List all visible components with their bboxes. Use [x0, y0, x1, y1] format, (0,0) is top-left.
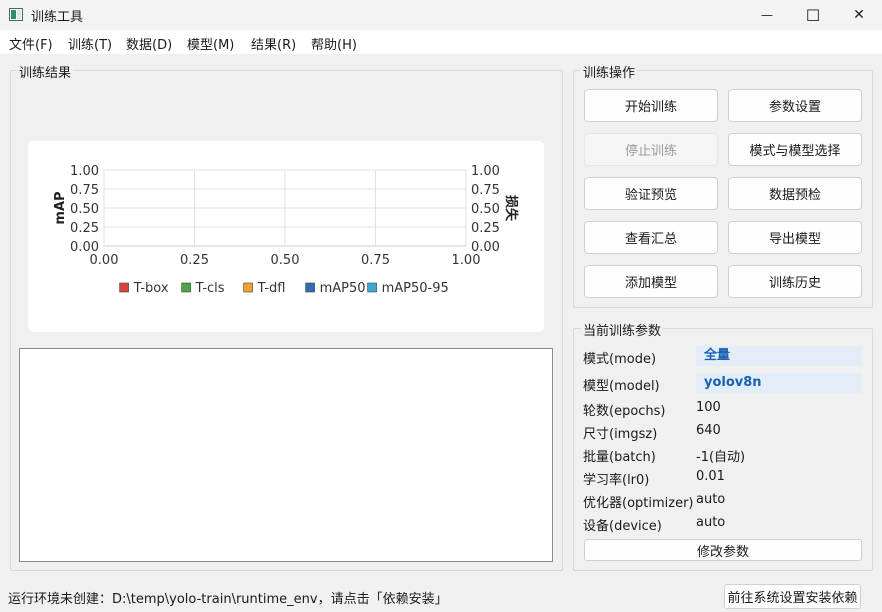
y2-tick-label: 0.75 [471, 183, 500, 198]
param-value-optimizer: auto [696, 492, 726, 507]
param-label-mode: 模式(mode) [583, 352, 657, 367]
y-tick-label: 0.25 [70, 221, 99, 236]
export-model-button[interactable]: 导出模型 [728, 221, 862, 254]
param-label-model: 模型(model) [583, 379, 660, 394]
close-icon: ✕ [853, 7, 865, 23]
y-tick-label: 0.50 [70, 202, 99, 217]
param-value-batch: -1(自动) [696, 450, 746, 465]
param-label-batch: 批量(batch) [583, 450, 656, 465]
y-tick-label: 0.00 [70, 240, 99, 255]
maximize-icon: ☐ [805, 5, 821, 25]
menu-file[interactable]: 文件(F) [9, 34, 53, 53]
menu-train[interactable]: 训练(T) [68, 34, 112, 53]
validate-preview-button[interactable]: 验证预览 [584, 177, 718, 210]
x-tick-label: 0.50 [271, 253, 300, 268]
y2-tick-label: 1.00 [471, 164, 500, 179]
x-tick-label: 0.75 [361, 253, 390, 268]
param-label-epochs: 轮数(epochs) [583, 404, 666, 419]
start-training-button[interactable]: 开始训练 [584, 89, 718, 122]
training-history-button[interactable]: 训练历史 [728, 265, 862, 298]
maximize-button[interactable]: ☐ [790, 0, 836, 30]
legend-swatch [119, 282, 129, 293]
log-output[interactable] [19, 348, 553, 562]
param-value-model: yolov8n [696, 373, 862, 393]
menu-data[interactable]: 数据(D) [126, 34, 172, 53]
param-value-device: auto [696, 515, 726, 530]
legend-swatch [243, 282, 253, 293]
param-settings-button[interactable]: 参数设置 [728, 89, 862, 122]
x-tick-label: 0.25 [180, 253, 209, 268]
param-value-mode: 全量 [696, 346, 862, 366]
ops-group-title: 训练操作 [581, 62, 638, 81]
mode-model-select-button[interactable]: 模式与模型选择 [728, 133, 862, 166]
training-chart: 0.00 0.25 0.50 0.75 1.00 1.00 1.00 0.75 0.75 0.50… [28, 141, 544, 332]
stop-training-button[interactable]: 停止训练 [584, 133, 718, 166]
legend-swatch [305, 282, 315, 293]
menu-bar: 文件(F) 训练(T) 数据(D) 模型(M) 结果(R) 帮助(H) [0, 30, 882, 54]
legend-label: mAP50 [320, 281, 366, 296]
minimize-icon: — [761, 8, 773, 22]
legend-label: T-box [133, 281, 169, 296]
legend-label: T-cls [195, 281, 225, 296]
y2-axis-title: 损失 [503, 195, 519, 222]
legend-swatch [367, 282, 377, 293]
y2-tick-label: 0.25 [471, 221, 500, 236]
params-group-title: 当前训练参数 [581, 320, 664, 339]
legend-label: mAP50-95 [382, 281, 449, 296]
minimize-button[interactable]: — [744, 0, 790, 30]
param-label-imgsz: 尺寸(imgsz) [583, 427, 658, 442]
param-label-device: 设备(device) [583, 519, 662, 534]
x-tick-label: 0.00 [90, 253, 119, 268]
param-value-epochs: 100 [696, 400, 721, 415]
param-label-lr0: 学习率(lr0) [583, 473, 650, 488]
chart-svg: 0.00 0.25 0.50 0.75 1.00 1.00 1.00 0.75 0.75 0.50… [53, 164, 519, 296]
y-tick-label: 0.75 [70, 183, 99, 198]
menu-help[interactable]: 帮助(H) [311, 34, 357, 53]
title-bar[interactable]: 训练工具 — ☐ ✕ [0, 0, 882, 30]
modify-params-button[interactable]: 修改参数 [584, 539, 862, 561]
param-value-imgsz: 640 [696, 423, 721, 438]
app-icon [9, 8, 23, 21]
close-button[interactable]: ✕ [836, 0, 882, 30]
param-value-lr0: 0.01 [696, 469, 725, 484]
param-label-optimizer: 优化器(optimizer) [583, 496, 694, 511]
y2-tick-label: 0.50 [471, 202, 500, 217]
add-model-button[interactable]: 添加模型 [584, 265, 718, 298]
results-group-title: 训练结果 [17, 62, 74, 81]
legend-swatch [181, 282, 191, 293]
install-deps-button[interactable]: 前往系统设置安装依赖 [724, 584, 861, 609]
menu-model[interactable]: 模型(M) [187, 34, 234, 53]
menu-results[interactable]: 结果(R) [251, 34, 296, 53]
x-tick-label: 1.00 [452, 253, 481, 268]
view-summary-button[interactable]: 查看汇总 [584, 221, 718, 254]
status-message: 运行环境未创建：D:\temp\yolo-train\runtime_env，请… [8, 592, 448, 607]
y-tick-label: 1.00 [70, 164, 99, 179]
y2-tick-label: 0.00 [471, 240, 500, 255]
window-title: 训练工具 [31, 10, 84, 25]
legend-label: T-dfl [257, 281, 286, 296]
y-axis-title: mAP [53, 191, 68, 224]
data-precheck-button[interactable]: 数据预检 [728, 177, 862, 210]
